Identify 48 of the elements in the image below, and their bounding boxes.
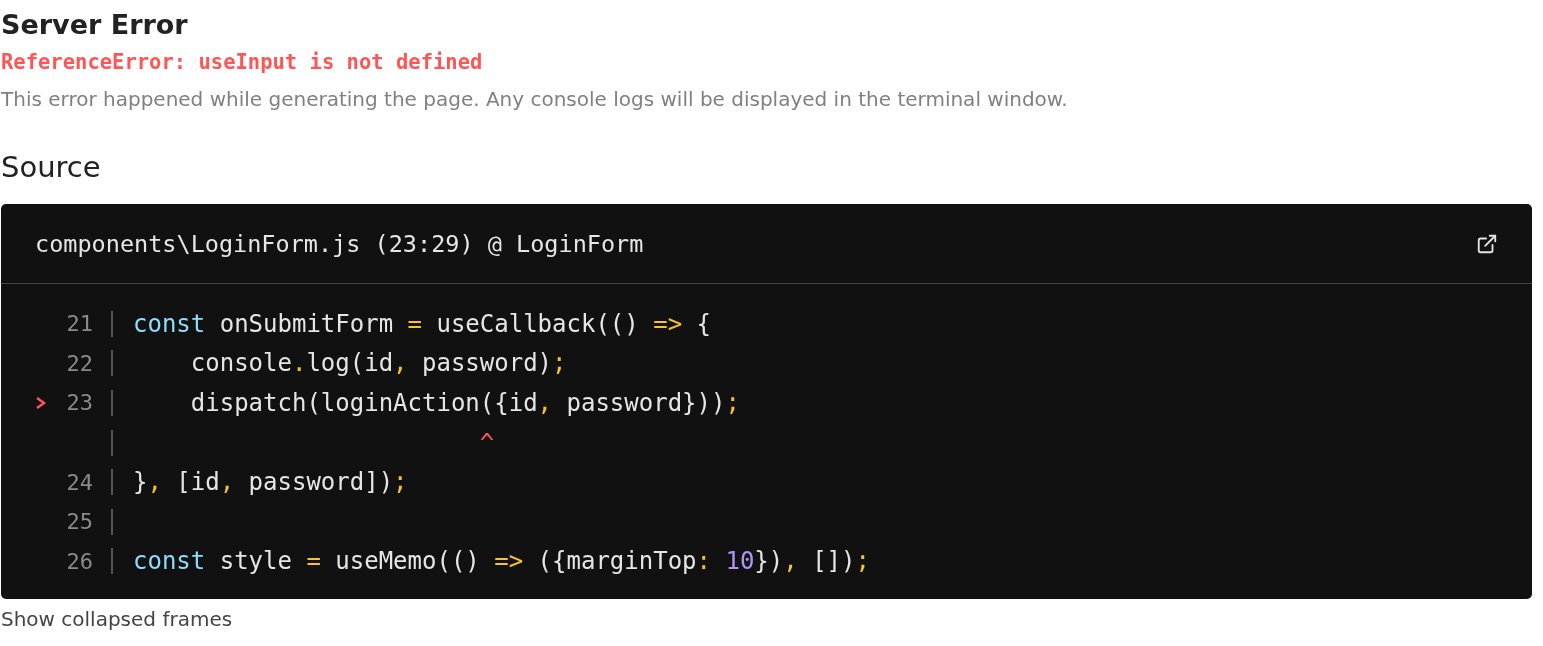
code-token: = [306, 547, 321, 576]
code-token: const [133, 547, 206, 576]
code-token: => [653, 309, 683, 338]
code-token: , [537, 389, 553, 417]
code-token: onSubmitForm [218, 309, 395, 338]
code-token: password]) [247, 468, 394, 497]
code-token: log(id [306, 349, 394, 378]
section-title: Source [1, 149, 102, 186]
error-description: This error happened while generating the page. Any console logs will be displayed in the terminal window. [1, 86, 1069, 113]
external-link-icon[interactable] [1476, 232, 1498, 255]
code-token: []) [811, 547, 856, 576]
code-token: console [189, 349, 292, 378]
code-token: [id [175, 468, 220, 497]
line-number: 23 [65, 390, 93, 416]
code-token: dispatch(loginAction({id [189, 389, 538, 417]
code-token: ; [725, 389, 740, 417]
code-token: password})) [565, 389, 726, 417]
page-title: Server Error [1, 8, 189, 42]
code-token: }) [754, 547, 784, 576]
line-number: 25 [65, 509, 93, 535]
code-token: , [393, 349, 408, 378]
code-token: { [695, 309, 711, 338]
code-token: => [494, 547, 524, 576]
error-message: ReferenceError: useInput is not defined [1, 49, 484, 76]
error-caret: ^ [479, 428, 495, 457]
line-number: 21 [65, 311, 93, 337]
code-token: style [218, 547, 293, 576]
code-token: , [147, 468, 162, 497]
code-token: useCallback(() [435, 309, 640, 338]
code-token: = [407, 309, 422, 338]
line-number: 26 [65, 548, 93, 574]
code-token: ; [393, 468, 408, 497]
code-token: ({marginTop [536, 547, 697, 576]
code-token: password) [421, 349, 553, 378]
code-token: useMemo(() [334, 547, 481, 576]
show-collapsed-frames-link[interactable]: Show collapsed frames [1, 607, 233, 632]
code-token: , [219, 468, 235, 497]
code-token: } [133, 468, 148, 497]
code-token: , [783, 547, 798, 576]
code-token: const [133, 309, 206, 338]
code-token: ; [855, 547, 870, 576]
line-number: 24 [65, 469, 93, 495]
code-token: . [291, 349, 307, 378]
code-token: : [696, 547, 712, 576]
line-number: 22 [65, 350, 93, 376]
code-token: 10 [725, 547, 755, 576]
file-location: components\LoginForm.js (23:29) @ LoginForm [35, 229, 644, 258]
code-token: ; [552, 349, 567, 378]
